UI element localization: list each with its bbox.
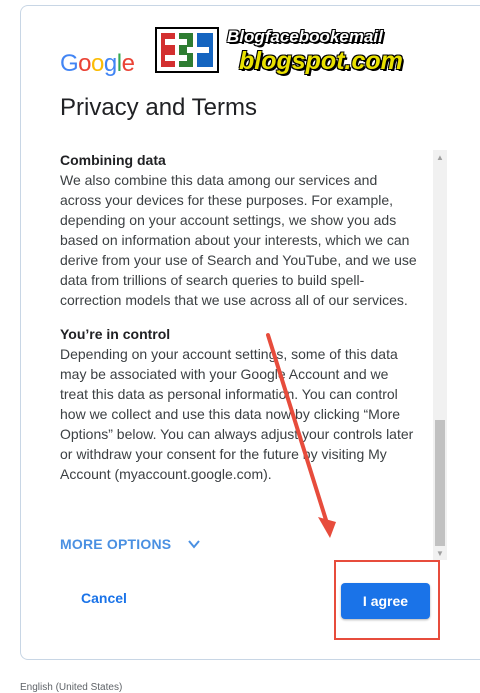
- logo-letter: e: [121, 50, 135, 77]
- watermark-text-line2: blogspot.com: [239, 47, 403, 75]
- scroll-up-arrow-icon[interactable]: ▲: [433, 150, 447, 164]
- language-selector[interactable]: English (United States): [20, 682, 122, 693]
- scrollbar[interactable]: ▲ ▼: [433, 150, 447, 560]
- section-body: Depending on your account settings, some…: [60, 346, 414, 482]
- section-body: We also combine this data among our serv…: [60, 172, 417, 308]
- watermark: Blogfacebookemail blogspot.com: [155, 27, 465, 77]
- agree-button[interactable]: I agree: [341, 583, 430, 619]
- cancel-button[interactable]: Cancel: [62, 580, 146, 616]
- watermark-logo-icon: [155, 27, 219, 73]
- terms-scroll-area[interactable]: Combining data We also combine this data…: [60, 150, 420, 560]
- section-heading: Combining data: [60, 152, 166, 168]
- section-heading: You’re in control: [60, 326, 171, 342]
- logo-letter: o: [78, 50, 92, 77]
- more-options-label: MORE OPTIONS: [60, 536, 172, 552]
- scrollbar-thumb[interactable]: [435, 420, 445, 546]
- scroll-down-arrow-icon[interactable]: ▼: [433, 546, 447, 560]
- page-title: Privacy and Terms: [60, 94, 257, 121]
- logo-letter: g: [103, 50, 117, 77]
- logo-letter: o: [91, 50, 104, 77]
- google-logo: Google: [60, 50, 135, 78]
- more-options-button[interactable]: MORE OPTIONS: [60, 536, 201, 552]
- chevron-down-icon: [188, 540, 201, 549]
- watermark-text-line1: Blogfacebookemail: [227, 27, 383, 46]
- logo-letter: G: [60, 50, 79, 77]
